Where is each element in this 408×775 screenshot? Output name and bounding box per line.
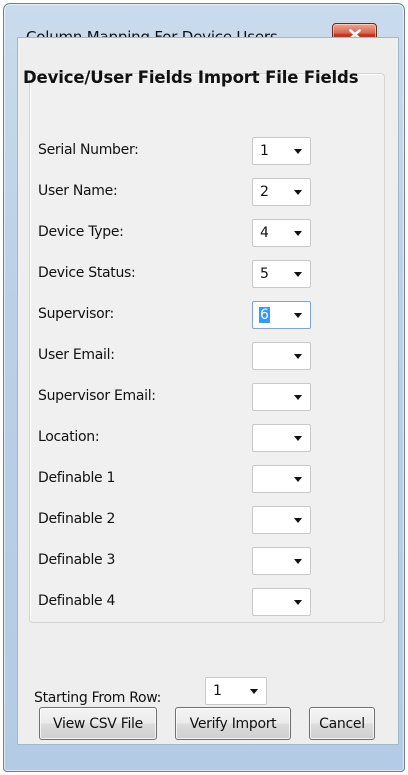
field-select[interactable]	[252, 547, 311, 575]
field-label: Supervisor Email:	[38, 388, 156, 404]
field-label: Location:	[38, 429, 100, 445]
field-label: Definable 3	[38, 552, 116, 568]
chevron-down-icon	[250, 689, 258, 694]
column-header: Device/User Fields Import File Fields	[23, 68, 359, 87]
select-value: 1	[213, 683, 222, 699]
chevron-down-icon	[294, 272, 302, 277]
chevron-down-icon	[294, 190, 302, 195]
field-select[interactable]	[252, 588, 311, 616]
field-select[interactable]	[252, 424, 311, 452]
field-label: Device Status:	[38, 265, 136, 281]
verify-import-button[interactable]: Verify Import	[175, 707, 291, 740]
field-label: Definable 2	[38, 511, 116, 527]
field-select[interactable]: 4	[252, 219, 311, 247]
cancel-button[interactable]: Cancel	[309, 707, 375, 740]
select-value: 6	[259, 307, 270, 323]
title-bar[interactable]: Column Mapping For Device Users	[4, 4, 404, 46]
chevron-down-icon	[294, 436, 302, 441]
field-label: User Name:	[38, 183, 118, 199]
select-value: 2	[260, 184, 269, 200]
field-select[interactable]: 5	[252, 260, 311, 288]
field-select[interactable]: 2	[252, 178, 311, 206]
field-select[interactable]: 6	[252, 301, 311, 329]
select-value: 5	[260, 266, 269, 282]
field-label: Device Type:	[38, 224, 124, 240]
field-select[interactable]	[252, 506, 311, 534]
field-select[interactable]	[252, 383, 311, 411]
chevron-down-icon	[294, 477, 302, 482]
chevron-down-icon	[294, 231, 302, 236]
starting-row-label: Starting From Row:	[34, 690, 162, 706]
field-select[interactable]	[252, 465, 311, 493]
field-label: Serial Number:	[38, 142, 139, 158]
chevron-down-icon	[294, 559, 302, 564]
field-label: User Email:	[38, 347, 115, 363]
chevron-down-icon	[294, 354, 302, 359]
field-select[interactable]: 1	[252, 137, 311, 165]
select-value: 1	[260, 143, 269, 159]
chevron-down-icon	[294, 395, 302, 400]
field-label: Definable 4	[38, 593, 116, 609]
field-label: Definable 1	[38, 470, 116, 486]
chevron-down-icon	[294, 600, 302, 605]
chevron-down-icon	[294, 149, 302, 154]
view-csv-button[interactable]: View CSV File	[39, 707, 157, 740]
chevron-down-icon	[294, 518, 302, 523]
field-select[interactable]	[252, 342, 311, 370]
starting-row-select[interactable]: 1	[205, 677, 267, 705]
chevron-down-icon	[294, 313, 302, 318]
field-label: Supervisor:	[38, 306, 114, 322]
select-value: 4	[260, 225, 269, 241]
